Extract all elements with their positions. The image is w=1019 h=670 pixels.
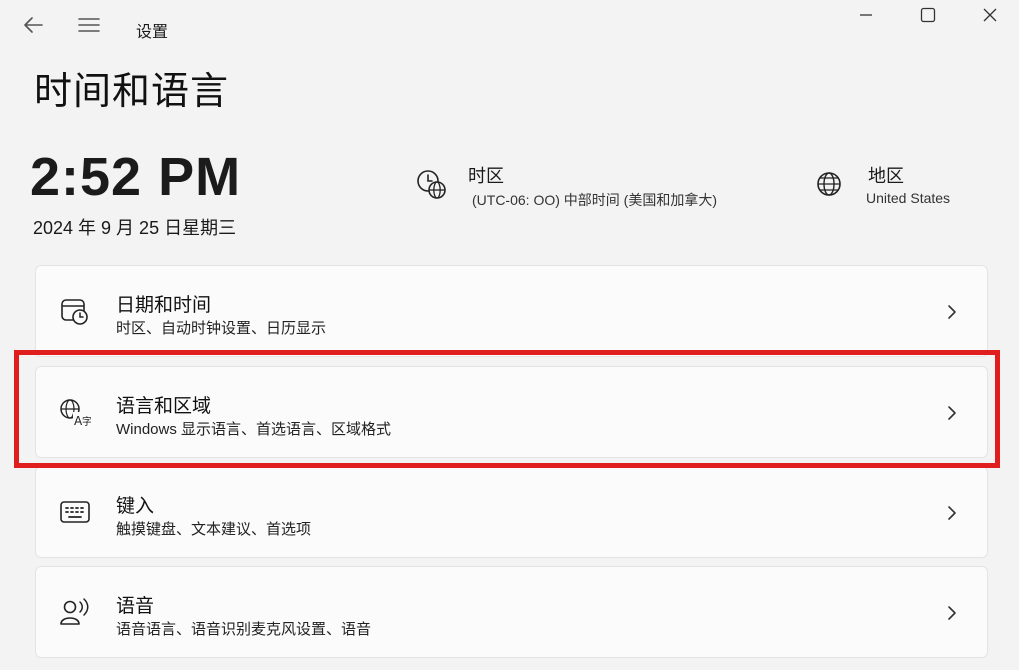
- keyboard-icon: [58, 495, 92, 529]
- typing-card[interactable]: 键入 触摸键盘、文本建议、首选项: [35, 466, 988, 558]
- minimize-icon: [858, 7, 874, 28]
- maximize-icon: [920, 7, 936, 28]
- globe-icon: [814, 168, 846, 200]
- close-button[interactable]: [972, 2, 1008, 32]
- current-date: 2024 年 9 月 25 日星期三: [33, 218, 237, 238]
- clock-globe-icon: [416, 168, 448, 200]
- current-time: 2:52 PM: [30, 147, 242, 207]
- card-description: Windows 显示语言、首选语言、区域格式: [116, 421, 392, 438]
- timezone-label: 时区: [468, 166, 504, 186]
- language-icon: A 字: [58, 395, 92, 429]
- date-and-time-card[interactable]: 日期和时间 时区、自动时钟设置、日历显示: [35, 265, 988, 357]
- app-title: 设置: [136, 24, 169, 41]
- title-bar: 设置: [0, 0, 1019, 56]
- card-description: 语音语言、语音识别麦克风设置、语音: [116, 621, 372, 638]
- card-title: 日期和时间: [116, 295, 212, 316]
- region-value: United States: [866, 190, 951, 206]
- speech-icon: [58, 595, 92, 629]
- region-label: 地区: [868, 166, 904, 186]
- hamburger-icon: [78, 17, 100, 38]
- chevron-right-icon: [945, 603, 959, 623]
- card-description: 时区、自动时钟设置、日历显示: [116, 320, 327, 337]
- chevron-right-icon: [945, 403, 959, 423]
- page-title: 时间和语言: [34, 71, 230, 113]
- maximize-button[interactable]: [910, 2, 946, 32]
- card-description: 触摸键盘、文本建议、首选项: [116, 521, 312, 538]
- card-title: 语音: [116, 596, 155, 617]
- back-arrow-icon: [23, 16, 43, 38]
- calendar-clock-icon: [58, 294, 92, 328]
- svg-text:字: 字: [82, 415, 91, 427]
- minimize-button[interactable]: [848, 2, 884, 32]
- chevron-right-icon: [945, 302, 959, 322]
- speech-card[interactable]: 语音 语音语言、语音识别麦克风设置、语音: [35, 566, 988, 658]
- language-and-region-card[interactable]: A 字 语言和区域 Windows 显示语言、首选语言、区域格式: [35, 366, 988, 458]
- card-title: 键入: [116, 496, 155, 517]
- navigation-menu-button[interactable]: [74, 12, 104, 42]
- close-icon: [982, 7, 998, 28]
- card-title: 语言和区域: [116, 396, 212, 417]
- timezone-value: (UTC-06: OO) 中部时间 (美国和加拿大): [472, 192, 717, 208]
- chevron-right-icon: [945, 503, 959, 523]
- back-button[interactable]: [18, 12, 48, 42]
